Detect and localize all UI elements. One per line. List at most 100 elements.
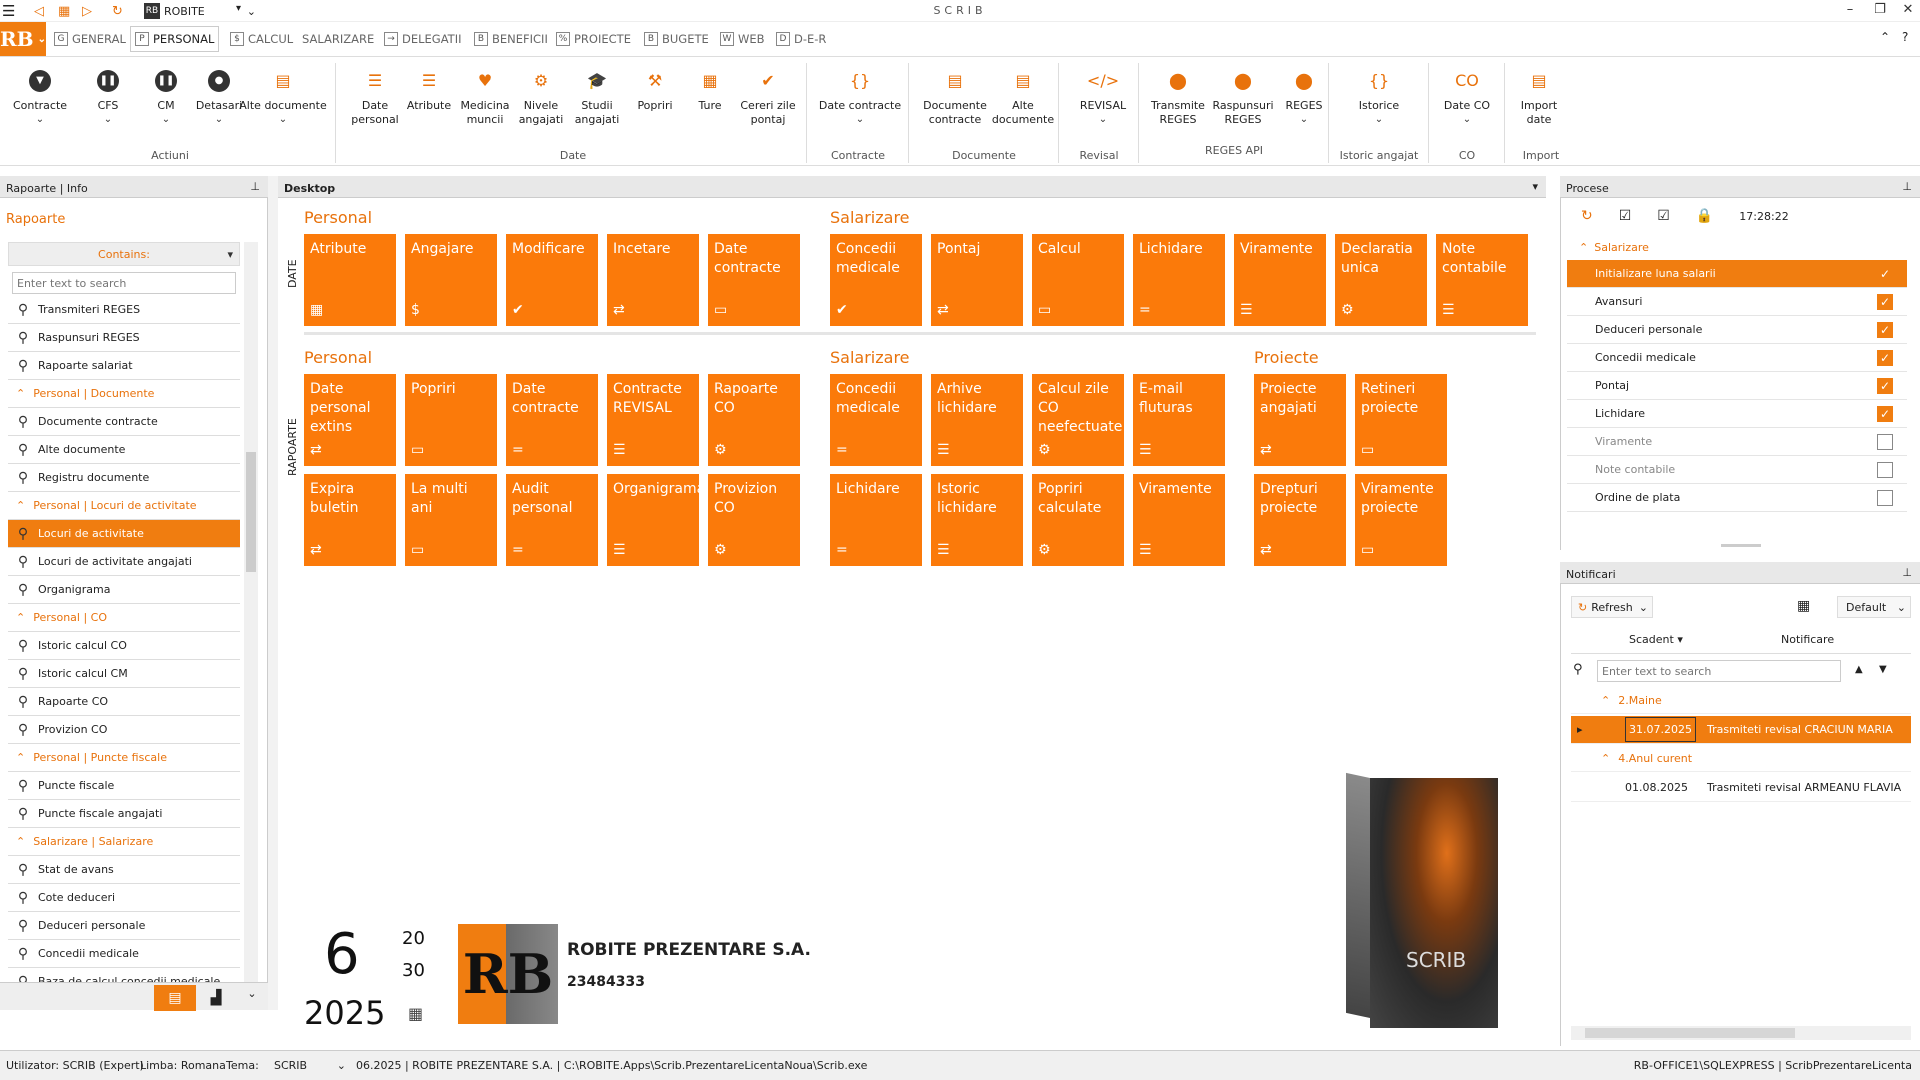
tile-modificare[interactable]: Modificare ✔ xyxy=(506,234,598,326)
tile-concedii-medicale[interactable]: Concedii medicale = xyxy=(830,374,922,466)
ribbon-button-medicina-muncii[interactable]: ♥ Medicina muncii xyxy=(454,67,516,127)
notification-group[interactable]: ⌃ 4.Anul curent xyxy=(1571,746,1911,772)
tile-viramente-proiecte[interactable]: Viramente proiecte ▭ xyxy=(1355,474,1447,566)
restore-icon[interactable]: ❐ xyxy=(1870,2,1890,20)
ribbon-button-nivele-angajati[interactable]: ⚙ Nivele angajati xyxy=(510,67,572,127)
ribbon-button-contracte[interactable]: ▼ Contracte ⌄ xyxy=(10,67,70,127)
report-item[interactable]: ⚲ Documente contracte xyxy=(8,408,240,436)
process-item[interactable]: Concedii medicale ✓ xyxy=(1567,344,1907,372)
report-item[interactable]: ⚲ Cote deduceri xyxy=(8,884,240,912)
minimize-icon[interactable]: – xyxy=(1840,2,1860,20)
tile-rapoarte-co[interactable]: Rapoarte CO ⚙ xyxy=(708,374,800,466)
process-item[interactable]: Ordine de plata xyxy=(1567,484,1907,512)
tile-e-mail-fluturas[interactable]: E-mail fluturas ☰ xyxy=(1133,374,1225,466)
tile-lichidare[interactable]: Lichidare = xyxy=(830,474,922,566)
tile-contracte-revisal[interactable]: Contracte REVISAL ☰ xyxy=(607,374,699,466)
report-item[interactable]: ⚲ Provizion CO xyxy=(8,716,240,744)
tile-date-contracte[interactable]: Date contracte ▭ xyxy=(708,234,800,326)
app-menu-button[interactable]: RB ⌄ xyxy=(0,22,46,56)
ribbon-button-date-co[interactable]: CO Date CO ⌄ xyxy=(1436,67,1498,127)
report-item[interactable]: ⚲ Puncte fiscale xyxy=(8,772,240,800)
tab-proiecte[interactable]: % PROIECTE xyxy=(552,26,635,52)
procese-group[interactable]: ⌃ Salarizare xyxy=(1567,236,1907,258)
reports-list-icon[interactable]: ▤ xyxy=(154,985,196,1011)
refresh-icon[interactable]: ↻ xyxy=(1581,208,1593,224)
tile-incetare[interactable]: Incetare ⇄ xyxy=(607,234,699,326)
report-group[interactable]: ⌃ Personal | Puncte fiscale xyxy=(8,744,240,772)
ribbon-button-documente-contracte[interactable]: ▤ Documente contracte xyxy=(918,67,992,127)
calendar-icon[interactable]: ▦ xyxy=(408,1004,423,1023)
process-checkbox[interactable]: ✓ xyxy=(1877,322,1893,338)
ribbon-button-date-personal[interactable]: ☰ Date personal xyxy=(344,67,406,127)
notificari-search-input[interactable] xyxy=(1597,660,1841,682)
report-item[interactable]: ⚲ Rapoarte salariat xyxy=(8,352,240,380)
splitter[interactable] xyxy=(268,176,278,1010)
process-checkbox[interactable] xyxy=(1877,462,1893,478)
process-checkbox[interactable] xyxy=(1877,434,1893,450)
ribbon-button-reges[interactable]: ⬤ REGES ⌄ xyxy=(1276,67,1332,127)
pin-icon[interactable]: ⊥ xyxy=(1902,566,1912,579)
ribbon-button-cereri-zile-pontaj[interactable]: ✔ Cereri zile pontaj xyxy=(732,67,804,127)
ribbon-button-studii-angajati[interactable]: 🎓 Studii angajati xyxy=(566,67,628,127)
report-item[interactable]: ⚲ Locuri de activitate xyxy=(8,520,240,548)
process-item[interactable]: Note contabile xyxy=(1567,456,1907,484)
notification-group[interactable]: ⌃ 2.Maine xyxy=(1571,688,1911,714)
help-icon[interactable]: ? xyxy=(1902,30,1908,44)
tile-calcul[interactable]: Calcul ▭ xyxy=(1032,234,1124,326)
report-item[interactable]: ⚲ Deduceri personale xyxy=(8,912,240,940)
report-item[interactable]: ⚲ Istoric calcul CM xyxy=(8,660,240,688)
tile-drepturi-proiecte[interactable]: Drepturi proiecte ⇄ xyxy=(1254,474,1346,566)
tab-personal[interactable]: P PERSONAL xyxy=(130,26,220,52)
checklist-icon[interactable]: ☑ xyxy=(1619,208,1632,224)
tile-lichidare[interactable]: Lichidare = xyxy=(1133,234,1225,326)
tile-istoric-lichidare[interactable]: Istoric lichidare ☰ xyxy=(931,474,1023,566)
tile-popriri-calculate[interactable]: Popriri calculate ⚙ xyxy=(1032,474,1124,566)
search-up-icon[interactable]: ▲ xyxy=(1855,664,1863,675)
procese-resize-grip[interactable] xyxy=(1721,544,1761,547)
tile-provizion-co[interactable]: Provizion CO ⚙ xyxy=(708,474,800,566)
tab-beneficii[interactable]: B BENEFICII xyxy=(470,26,552,52)
ribbon-button-popriri[interactable]: ⚒ Popriri xyxy=(626,67,684,113)
reports-scrollbar[interactable] xyxy=(244,242,258,986)
notification-row[interactable]: 01.08.2025 Trasmiteti revisal ARMEANU FLA… xyxy=(1571,774,1911,802)
tile-concedii-medicale[interactable]: Concedii medicale ✔ xyxy=(830,234,922,326)
tile-organigrama[interactable]: Organigrama ☰ xyxy=(607,474,699,566)
chevron-down-icon[interactable]: ⌄ xyxy=(244,987,260,1000)
tile-date-personal-extins[interactable]: Date personal extins ⇄ xyxy=(304,374,396,466)
lock-icon[interactable]: 🔒 xyxy=(1696,208,1713,224)
report-item[interactable]: ⚲ Istoric calcul CO xyxy=(8,632,240,660)
notificari-scrollbar[interactable] xyxy=(1571,1026,1911,1040)
tab-general[interactable]: G GENERAL xyxy=(50,26,130,52)
report-item[interactable]: ⚲ Stat de avans xyxy=(8,856,240,884)
report-group[interactable]: ⌃ Personal | CO xyxy=(8,604,240,632)
tile-retineri-proiecte[interactable]: Retineri proiecte ▭ xyxy=(1355,374,1447,466)
ribbon-button-transmite-reges[interactable]: ⬤ Transmite REGES xyxy=(1146,67,1210,127)
ribbon-button-atribute[interactable]: ☰ Atribute xyxy=(402,67,456,113)
tile-la-multi-ani[interactable]: La multi ani ▭ xyxy=(405,474,497,566)
process-checkbox[interactable] xyxy=(1877,490,1893,506)
report-item[interactable]: ⚲ Registru documente xyxy=(8,464,240,492)
col-notificare[interactable]: Notificare xyxy=(1781,633,1834,646)
report-group[interactable]: ⌃ Salarizare | Salarizare xyxy=(8,828,240,856)
refresh-button[interactable]: ↻ Refresh ⌄ xyxy=(1571,596,1653,618)
tile-arhive-lichidare[interactable]: Arhive lichidare ☰ xyxy=(931,374,1023,466)
tile-date-contracte[interactable]: Date contracte = xyxy=(506,374,598,466)
process-item[interactable]: Lichidare ✓ xyxy=(1567,400,1907,428)
report-item[interactable]: ⚲ Transmiteri REGES xyxy=(8,296,240,324)
report-group[interactable]: ⌃ Personal | Documente xyxy=(8,380,240,408)
ribbon-button-istorice[interactable]: {} Istorice ⌄ xyxy=(1346,67,1412,127)
tab-web[interactable]: W WEB xyxy=(716,26,769,52)
process-item[interactable]: Deduceri personale ✓ xyxy=(1567,316,1907,344)
report-item[interactable]: ⚲ Raspunsuri REGES xyxy=(8,324,240,352)
tile-angajare[interactable]: Angajare $ xyxy=(405,234,497,326)
desktop-tab[interactable]: Desktop xyxy=(284,182,335,195)
tab-delegatii[interactable]: → DELEGATII xyxy=(380,26,466,52)
process-checkbox[interactable]: ✓ xyxy=(1877,378,1893,394)
tile-popriri[interactable]: Popriri ▭ xyxy=(405,374,497,466)
process-checkbox[interactable]: ✓ xyxy=(1877,266,1893,282)
ribbon-button-import-date[interactable]: ▤ Import date xyxy=(1508,67,1570,127)
grid-layout-icon[interactable]: ▦ xyxy=(1797,598,1810,614)
check-all-icon[interactable]: ☑ xyxy=(1657,208,1670,224)
report-item[interactable]: ⚲ Rapoarte CO xyxy=(8,688,240,716)
process-item[interactable]: Avansuri ✓ xyxy=(1567,288,1907,316)
